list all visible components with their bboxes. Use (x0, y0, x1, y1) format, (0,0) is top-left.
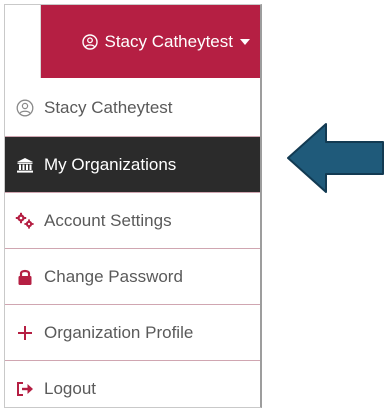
user-menu-toggle-label: Stacy Catheytest (104, 31, 233, 51)
menu-item-change-password[interactable]: Change Password (5, 248, 260, 304)
menu-item-logout[interactable]: Logout (5, 360, 260, 410)
user-circle-icon (82, 33, 99, 50)
lock-icon (15, 267, 35, 287)
user-circle-icon (15, 98, 35, 118)
sign-out-icon (15, 379, 35, 399)
menu-item-label: Stacy Catheytest (44, 98, 173, 117)
menu-item-my-organizations[interactable]: My Organizations (5, 136, 260, 192)
menu-item-label: Logout (44, 378, 96, 398)
menu-item-account-settings[interactable]: Account Settings (5, 192, 260, 248)
menu-item-label: Organization Profile (44, 322, 194, 342)
user-menu-toggle[interactable]: Stacy Catheytest (41, 5, 260, 78)
left-arrow-indicator (287, 123, 384, 193)
screenshot-stage: Stacy Catheytest Stacy Catheytest My Org… (0, 0, 390, 410)
menu-item-profile[interactable]: Stacy Catheytest (5, 80, 260, 136)
gears-icon (15, 211, 35, 231)
menu-item-label: My Organizations (44, 154, 177, 174)
menu-item-label: Change Password (44, 266, 183, 286)
caret-down-icon (240, 37, 250, 47)
navbar-left-area (5, 5, 41, 78)
plus-icon (15, 323, 35, 343)
user-menu-items: Stacy Catheytest My Organizations Accoun… (5, 80, 260, 410)
user-dropdown-menu: Stacy Catheytest Stacy Catheytest My Org… (4, 4, 262, 408)
bank-icon (15, 155, 35, 175)
menu-item-organization-profile[interactable]: Organization Profile (5, 304, 260, 360)
menu-item-label: Account Settings (44, 210, 172, 230)
